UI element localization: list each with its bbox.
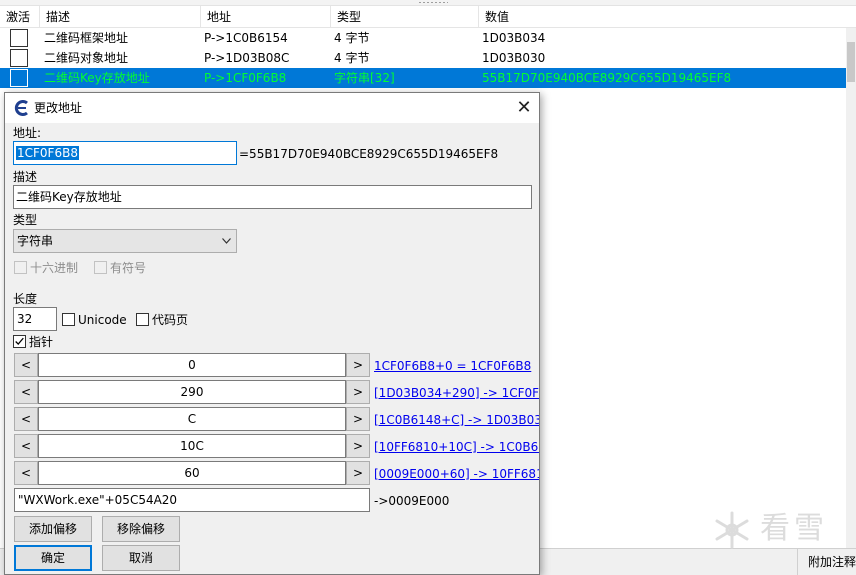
- change-address-dialog: 更改地址 ✕ 地址: 1CF0F6B8 =55B17D70E940BCE8929…: [4, 92, 540, 575]
- codepage-checkbox[interactable]: [136, 313, 149, 326]
- offset-increase-button[interactable]: >: [346, 461, 370, 485]
- signed-checkbox[interactable]: [94, 261, 107, 274]
- watermark: 看雪: [712, 502, 842, 556]
- pointer-label: 指针: [29, 335, 54, 349]
- description-label: 描述: [13, 170, 38, 184]
- hex-label: 十六进制: [30, 261, 79, 275]
- offset-decrease-button[interactable]: <: [14, 380, 38, 404]
- dialog-titlebar[interactable]: 更改地址 ✕: [5, 93, 539, 123]
- offset-input[interactable]: 60: [38, 461, 346, 485]
- signed-label: 有符号: [110, 261, 147, 275]
- offset-decrease-button[interactable]: <: [14, 407, 38, 431]
- header-type[interactable]: 类型: [331, 6, 479, 28]
- row-description: 二维码Key存放地址: [44, 71, 150, 85]
- type-select-value: 字符串: [17, 234, 54, 248]
- remove-offset-button[interactable]: 移除偏移: [102, 516, 180, 542]
- offset-result-link[interactable]: [10FF6810+10C] -> 1C0B6148: [374, 439, 539, 455]
- offset-result-link[interactable]: [1C0B6148+C] -> 1D03B034: [374, 412, 539, 428]
- type-select[interactable]: 字符串: [13, 229, 237, 253]
- offset-increase-button[interactable]: >: [346, 407, 370, 431]
- row-type: 字符串[32]: [334, 71, 395, 85]
- vertical-scrollbar[interactable]: [846, 28, 856, 548]
- cancel-button[interactable]: 取消: [102, 545, 180, 571]
- table-header: 激活 描述 地址 类型 数值: [0, 6, 856, 28]
- length-label: 长度: [13, 292, 38, 306]
- close-button[interactable]: ✕: [509, 93, 539, 123]
- offset-decrease-button[interactable]: <: [14, 461, 38, 485]
- offset-result-link[interactable]: [0009E000+60] -> 10FF6810: [374, 466, 539, 482]
- description-input[interactable]: 二维码Key存放地址: [13, 185, 532, 209]
- row-description: 二维码框架地址: [44, 31, 129, 45]
- base-address-result: ->0009E000: [374, 494, 450, 508]
- watermark-text: 看雪: [760, 511, 828, 546]
- row-description: 二维码对象地址: [44, 51, 129, 65]
- row-value: 1D03B030: [482, 51, 546, 65]
- row-address: P->1C0B6154: [204, 31, 288, 45]
- offset-decrease-button[interactable]: <: [14, 434, 38, 458]
- address-result: =55B17D70E940BCE8929C655D19465EF8: [239, 147, 499, 161]
- header-active[interactable]: 激活: [0, 6, 40, 28]
- row-value: 1D03B034: [482, 31, 546, 45]
- base-address-input[interactable]: "WXWork.exe"+05C54A20: [14, 488, 370, 512]
- unicode-checkbox[interactable]: [62, 313, 75, 326]
- active-checkbox[interactable]: [10, 29, 28, 47]
- active-checkbox[interactable]: [10, 69, 28, 87]
- codepage-label: 代码页: [152, 313, 189, 327]
- address-input[interactable]: 1CF0F6B8: [13, 141, 237, 165]
- offset-increase-button[interactable]: >: [346, 353, 370, 377]
- chevron-down-icon: [222, 238, 231, 244]
- header-address[interactable]: 地址: [201, 6, 331, 28]
- offset-increase-button[interactable]: >: [346, 434, 370, 458]
- offset-result-link[interactable]: [1D03B034+290] -> 1CF0F6B8: [374, 385, 539, 401]
- address-value: 1CF0F6B8: [16, 146, 79, 160]
- offset-input[interactable]: 290: [38, 380, 346, 404]
- table-row[interactable]: 二维码框架地址 P->1C0B6154 4 字节 1D03B034: [0, 28, 846, 48]
- scrollbar-thumb[interactable]: [847, 42, 855, 82]
- row-address: P->1D03B08C: [204, 51, 290, 65]
- dialog-title: 更改地址: [34, 101, 83, 115]
- unicode-label: Unicode: [78, 313, 127, 327]
- offset-input[interactable]: 10C: [38, 434, 346, 458]
- table-row-selected[interactable]: 二维码Key存放地址 P->1CF0F6B8 字符串[32] 55B17D70E…: [0, 68, 846, 88]
- type-label: 类型: [13, 213, 38, 227]
- cheat-engine-icon: [14, 100, 28, 116]
- ok-button[interactable]: 确定: [14, 545, 92, 571]
- active-checkbox[interactable]: [10, 49, 28, 67]
- offset-decrease-button[interactable]: <: [14, 353, 38, 377]
- add-offset-button[interactable]: 添加偏移: [14, 516, 92, 542]
- pointer-checkbox[interactable]: [13, 335, 26, 348]
- row-type: 4 字节: [334, 51, 370, 65]
- row-value: 55B17D70E940BCE8929C655D19465EF8: [482, 71, 732, 85]
- row-type: 4 字节: [334, 31, 370, 45]
- header-description[interactable]: 描述: [40, 6, 201, 28]
- table-row[interactable]: 二维码对象地址 P->1D03B08C 4 字节 1D03B030: [0, 48, 846, 68]
- length-input[interactable]: 32: [13, 307, 57, 331]
- hex-checkbox[interactable]: [14, 261, 27, 274]
- offset-result-link[interactable]: 1CF0F6B8+0 = 1CF0F6B8: [374, 358, 531, 374]
- offset-input[interactable]: C: [38, 407, 346, 431]
- grip-dots: [418, 1, 448, 4]
- offset-increase-button[interactable]: >: [346, 380, 370, 404]
- header-value[interactable]: 数值: [479, 6, 846, 28]
- checkmark-icon: [15, 337, 24, 345]
- row-address: P->1CF0F6B8: [204, 71, 287, 85]
- offset-input[interactable]: 0: [38, 353, 346, 377]
- address-label: 地址:: [13, 126, 42, 140]
- snowflake-icon: [715, 511, 749, 549]
